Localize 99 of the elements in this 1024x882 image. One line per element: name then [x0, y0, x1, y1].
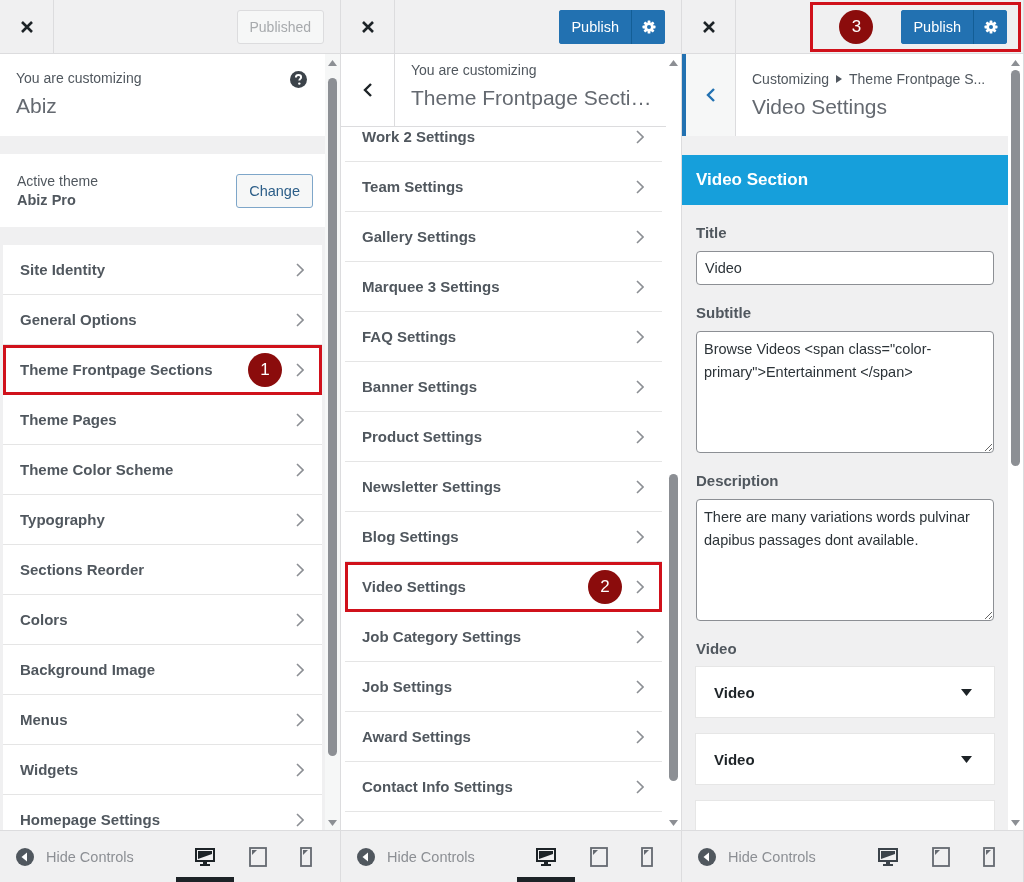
menu-item[interactable]: Typography [3, 495, 322, 545]
chevron-right-icon [296, 362, 304, 377]
back-icon [705, 87, 716, 103]
collapse-icon [357, 847, 375, 866]
chevron-right-icon [636, 679, 644, 694]
menu-item[interactable]: General Options [3, 295, 322, 345]
menu-item[interactable]: Work 2 Settings [345, 127, 662, 162]
chevron-right-icon [296, 312, 304, 327]
menu-item[interactable]: Colors [3, 595, 322, 645]
section-title: Video Settings [752, 95, 889, 119]
close-icon [360, 19, 375, 34]
scroll-up-icon[interactable] [1011, 60, 1020, 66]
monitor-icon [878, 847, 898, 866]
tablet-icon [932, 846, 950, 867]
monitor-icon [195, 847, 215, 866]
text-area[interactable]: Browse Videos <span class="color-primary">Entertainment </span> [696, 331, 994, 453]
chevron-right-icon [636, 279, 644, 294]
field-label: Title [696, 224, 728, 241]
chevron-right-icon [636, 429, 644, 444]
settings-button[interactable] [973, 9, 1007, 44]
chevron-right-icon [636, 579, 644, 594]
breadcrumb-item: Theme Frontpage S... [849, 71, 986, 87]
chevron-right-icon [296, 662, 304, 677]
menu-item[interactable]: Menus [3, 695, 322, 745]
back-icon [362, 82, 373, 98]
settings-button[interactable] [631, 9, 665, 44]
tablet-icon [249, 846, 267, 867]
chevron-right-icon [296, 812, 304, 827]
scrollbar[interactable] [325, 54, 340, 830]
menu-item[interactable]: Homepage Settings [3, 795, 322, 830]
monitor-icon [536, 847, 556, 866]
settings-icon [983, 19, 998, 34]
section-title: Theme Frontpage Secti… [411, 86, 652, 110]
field-label: Subtitle [696, 304, 752, 321]
text-area[interactable]: There are many variations words pulvinar dapibus passages dont available. [696, 499, 994, 621]
dropdown-arrow-icon [961, 688, 972, 696]
field-label: Description [696, 472, 780, 489]
collapse-icon [16, 847, 34, 866]
menu-item[interactable]: Site Identity [3, 245, 322, 295]
chevron-right-icon [636, 129, 644, 144]
scroll-thumb[interactable] [328, 78, 337, 756]
step-number: 2 [588, 569, 622, 604]
phone-icon [641, 846, 653, 867]
chevron-right-icon [636, 779, 644, 794]
help-icon[interactable] [290, 71, 307, 88]
scroll-up-icon[interactable] [669, 60, 678, 66]
chevron-right-icon [636, 379, 644, 394]
scroll-up-icon[interactable] [328, 60, 337, 66]
chevron-right-icon [636, 729, 644, 744]
menu-item[interactable]: Widgets [3, 745, 322, 795]
chevron-right-icon [296, 512, 304, 527]
scroll-thumb[interactable] [1011, 70, 1020, 466]
chevron-right-icon [296, 412, 304, 427]
close-icon [701, 19, 716, 34]
settings-icon [641, 19, 656, 34]
step-number: 1 [248, 352, 282, 387]
scroll-down-icon[interactable] [1011, 820, 1020, 826]
chevron-right-icon [636, 629, 644, 644]
breadcrumb-separator-icon [836, 75, 843, 83]
chevron-right-icon [296, 712, 304, 727]
chevron-right-icon [296, 612, 304, 627]
menu-item[interactable]: Background Image [3, 645, 322, 695]
menu-item[interactable]: Video Settings 2 [345, 562, 662, 612]
repeater-item[interactable]: Video [696, 734, 994, 784]
tablet-icon [590, 846, 608, 867]
breadcrumb-item: Customizing [752, 71, 830, 87]
active-theme-label: Active theme [17, 173, 98, 189]
repeater-item[interactable]: Video [696, 667, 994, 717]
chevron-right-icon [636, 229, 644, 244]
phone-icon [300, 846, 312, 867]
scroll-down-icon[interactable] [669, 820, 678, 826]
phone-icon [983, 846, 995, 867]
theme-name: Abiz Pro [17, 192, 77, 208]
chevron-right-icon [636, 329, 644, 344]
scrollbar[interactable] [1008, 54, 1023, 830]
menu-item[interactable]: Theme Frontpage Sections 1 [3, 345, 322, 395]
field-label: Video [696, 640, 738, 657]
chevron-right-icon [296, 562, 304, 577]
customizing-label: You are customizing [411, 62, 538, 78]
section-heading: Video Section [682, 155, 1008, 205]
chevron-right-icon [296, 262, 304, 277]
chevron-right-icon [296, 762, 304, 777]
chevron-right-icon [636, 529, 644, 544]
step-number: 3 [839, 9, 874, 44]
menu-item[interactable]: Theme Pages [3, 395, 322, 445]
customizing-label: You are customizing [16, 70, 142, 86]
site-title: Abiz [16, 94, 58, 118]
collapse-icon [698, 847, 716, 866]
scroll-down-icon[interactable] [328, 820, 337, 826]
scroll-thumb[interactable] [669, 474, 678, 781]
menu-item[interactable]: Sections Reorder [3, 545, 322, 595]
text-field[interactable]: Video [696, 251, 994, 285]
chevron-right-icon [296, 462, 304, 477]
close-icon [19, 19, 34, 34]
chevron-right-icon [636, 479, 644, 494]
change-button[interactable]: Change [236, 173, 313, 208]
dropdown-arrow-icon [961, 755, 972, 763]
chevron-right-icon [636, 179, 644, 194]
menu-item[interactable]: Theme Color Scheme [3, 445, 322, 495]
